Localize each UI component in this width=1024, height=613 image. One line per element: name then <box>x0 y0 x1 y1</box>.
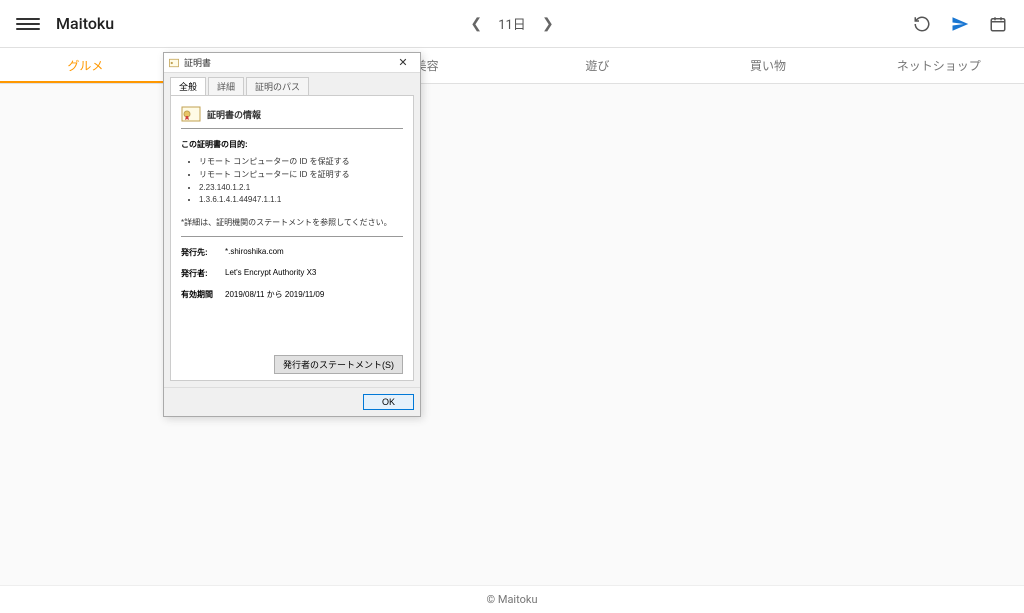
certificate-icon <box>168 57 180 69</box>
issued-to-value: *.shiroshika.com <box>225 247 403 258</box>
close-button[interactable]: ✕ <box>390 54 416 72</box>
current-date-label: 11日 <box>498 14 526 33</box>
dialog-titlebar[interactable]: 証明書 ✕ <box>164 53 420 73</box>
cert-purpose-item: 2.23.140.1.2.1 <box>199 182 403 195</box>
cert-info-title: 証明書の情報 <box>207 108 261 121</box>
footer: © Maitoku <box>0 585 1024 613</box>
next-day-button[interactable]: ❯ <box>538 16 558 32</box>
dialog-title: 証明書 <box>184 56 390 69</box>
cert-purpose-item: リモート コンピューターに ID を証明する <box>199 169 403 182</box>
cert-fields: 発行先: *.shiroshika.com 発行者: Let's Encrypt… <box>181 247 403 310</box>
cert-purpose-list: リモート コンピューターの ID を保証する リモート コンピューターに ID … <box>181 156 403 207</box>
calendar-icon[interactable] <box>988 14 1008 34</box>
valid-value: 2019/08/11 から 2019/11/09 <box>225 289 403 300</box>
header-actions <box>912 14 1008 34</box>
dialog-body: 証明書の情報 この証明書の目的: リモート コンピューターの ID を保証する … <box>170 95 414 381</box>
copyright-text: © Maitoku <box>486 593 537 606</box>
tab-shopping[interactable]: 買い物 <box>683 48 854 83</box>
tab-play[interactable]: 遊び <box>512 48 683 83</box>
cert-note: *詳細は、証明機関のステートメントを参照してください。 <box>181 217 403 228</box>
issued-to-label: 発行先: <box>181 247 225 258</box>
dialog-tab-detail[interactable]: 詳細 <box>208 77 244 95</box>
issuer-statement-button[interactable]: 発行者のステートメント(S) <box>274 355 403 374</box>
dialog-body-buttons: 発行者のステートメント(S) <box>181 355 403 374</box>
valid-label: 有効期間 <box>181 289 225 300</box>
category-tabs: グルメ 健康 美容 遊び 買い物 ネットショップ <box>0 48 1024 84</box>
dialog-tab-path[interactable]: 証明のパス <box>246 77 309 95</box>
tab-gourmet[interactable]: グルメ <box>0 48 171 83</box>
app-header: Maitoku ❮ 11日 ❯ <box>0 0 1024 48</box>
date-navigator: ❮ 11日 ❯ <box>466 14 558 33</box>
dialog-footer: OK <box>164 387 420 416</box>
send-icon[interactable] <box>950 14 970 34</box>
dialog-tab-general[interactable]: 全般 <box>170 77 206 95</box>
divider <box>181 236 403 237</box>
cert-valid-period: 有効期間 2019/08/11 から 2019/11/09 <box>181 289 403 300</box>
refresh-icon[interactable] <box>912 14 932 34</box>
tab-netshop[interactable]: ネットショップ <box>853 48 1024 83</box>
issuer-value: Let's Encrypt Authority X3 <box>225 268 403 279</box>
cert-purpose-item: 1.3.6.1.4.1.44947.1.1.1 <box>199 194 403 207</box>
menu-button[interactable] <box>16 12 40 36</box>
issuer-label: 発行者: <box>181 268 225 279</box>
app-title: Maitoku <box>56 14 114 33</box>
certificate-dialog: 証明書 ✕ 全般 詳細 証明のパス 証明書の情報 この証明書の目的: リモート … <box>163 52 421 417</box>
dialog-tabs: 全般 詳細 証明のパス <box>164 73 420 95</box>
certificate-award-icon <box>181 106 201 122</box>
cert-info-header: 証明書の情報 <box>181 106 403 129</box>
cert-purpose-label: この証明書の目的: <box>181 139 403 150</box>
main-content <box>0 84 1024 585</box>
cert-purpose-item: リモート コンピューターの ID を保証する <box>199 156 403 169</box>
cert-issued-to: 発行先: *.shiroshika.com <box>181 247 403 258</box>
cert-issuer: 発行者: Let's Encrypt Authority X3 <box>181 268 403 279</box>
ok-button[interactable]: OK <box>363 394 414 410</box>
prev-day-button[interactable]: ❮ <box>466 16 486 32</box>
